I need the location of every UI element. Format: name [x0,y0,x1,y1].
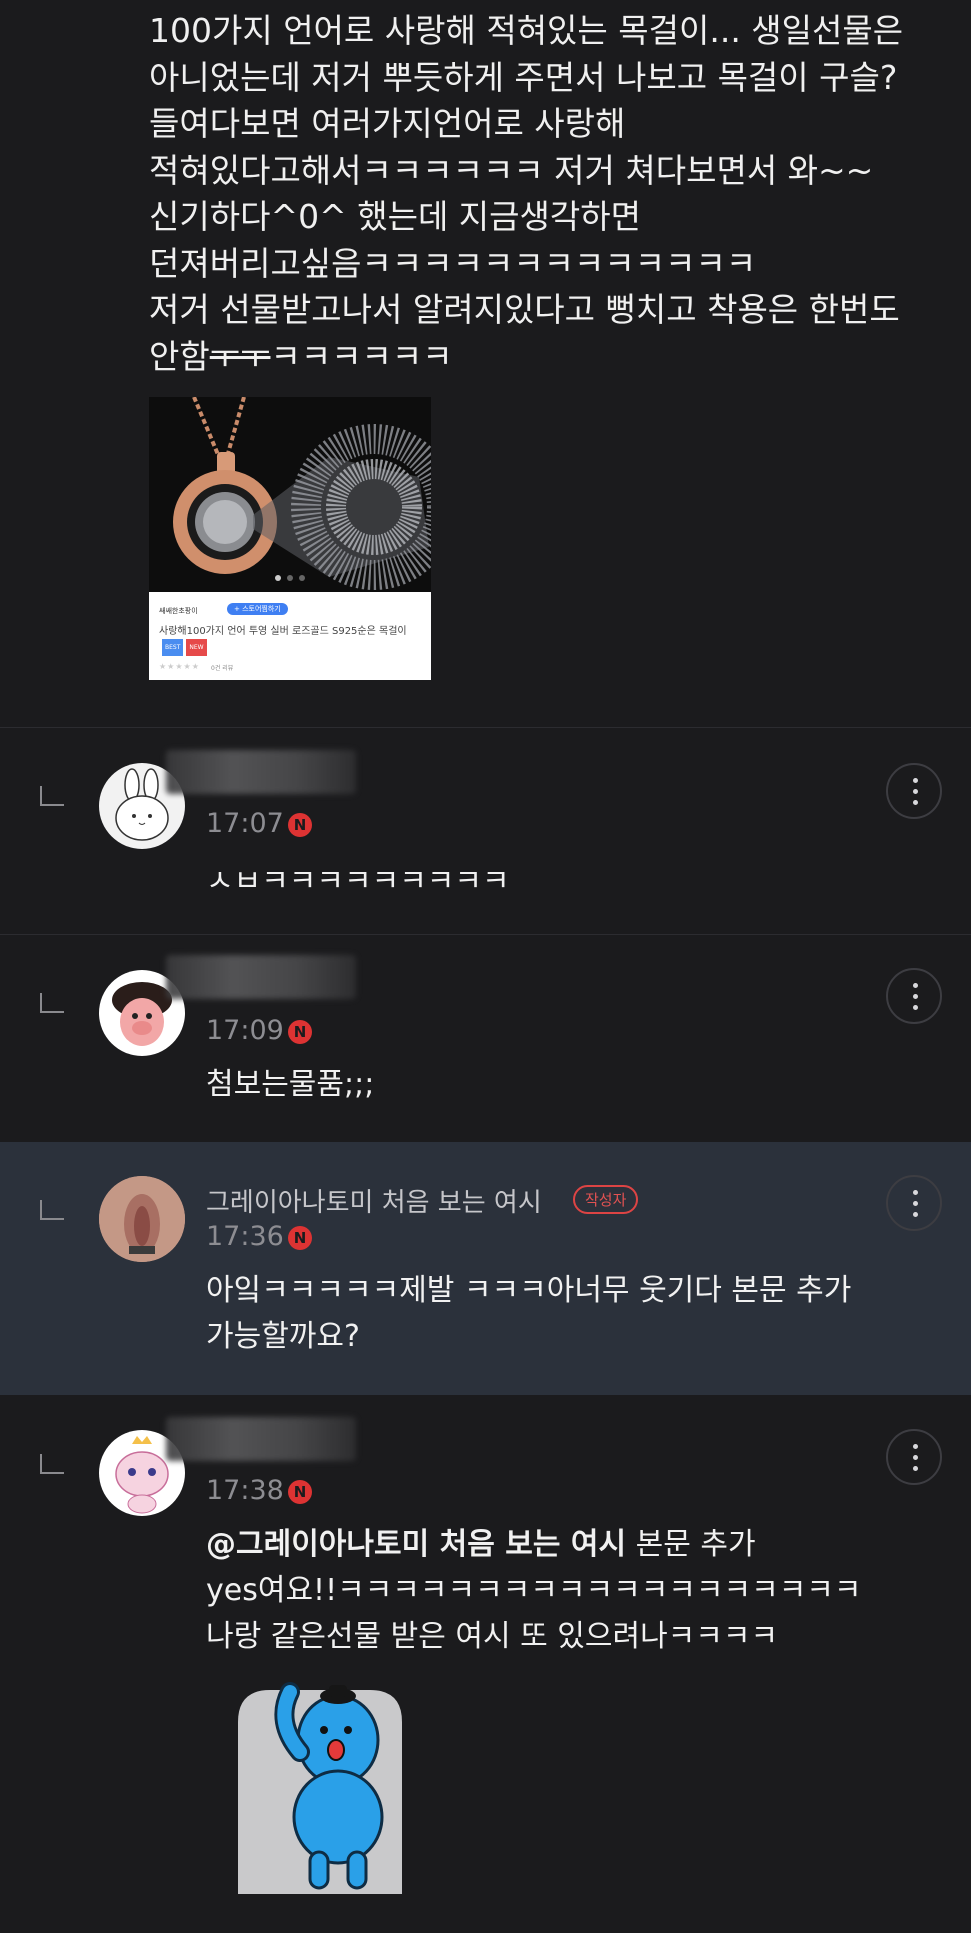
post-body: 100가지 언어로 사랑해 적혀있는 목걸이... 생일선물은 아니었는데 저거… [149,8,939,380]
comment-text: @그레이아나토미 처음 보는 여시 본문 추가 [206,1527,756,1562]
avatar[interactable] [99,1176,185,1262]
post-line: 적혀있다고해서ㅋㅋㅋㅋㅋㅋ 저거 쳐다보면서 와~~ [149,150,874,190]
product-image-card[interactable]: 쌔쌔한초팡이 + 스토어찜하기 사랑해100가지 언어 투영 실버 로즈골드 S… [149,397,431,680]
more-options-button[interactable] [886,1175,942,1231]
reply-arrow-icon [40,1200,64,1220]
shop-name: 쌔쌔한초팡이 [159,607,198,615]
emoticon-sticker [230,1682,412,1894]
more-options-button[interactable] [886,1429,942,1485]
product-info: 쌔쌔한초팡이 + 스토어찜하기 사랑해100가지 언어 투영 실버 로즈골드 S… [149,592,431,680]
more-options-button[interactable] [886,763,942,819]
mention-link[interactable]: @그레이아나토미 처음 보는 여시 [206,1527,626,1562]
new-badge-icon: N [288,1226,312,1250]
comment-item: 17:07 N ㅅㅂㅋㅋㅋㅋㅋㅋㅋㅋㅋ [0,727,971,934]
comment-item: 17:38 N @그레이아나토미 처음 보는 여시 본문 추가 yes여요!!ㅋ… [0,1396,971,1933]
blurred-nickname [166,750,356,794]
author-nickname[interactable]: 그레이아나토미 처음 보는 여시 [206,1182,542,1219]
post-line: 100가지 언어로 사랑해 적혀있는 목걸이... 생일선물은 [149,11,904,50]
product-title: 사랑해100가지 언어 투영 실버 로즈골드 S925순은 목걸이BEST NEW [159,624,424,656]
follow-store-button[interactable]: + 스토어찜하기 [227,603,288,615]
new-badge: NEW [186,639,207,656]
necklace-image [149,397,431,592]
comment-time: 17:09 [206,1015,284,1046]
star-rating-icon: ★★★★★ [159,662,200,671]
author-badge: 작성자 [573,1185,639,1214]
review-count: 0건 리뷰 [211,665,234,672]
comment-text: 가능할까요? [206,1319,360,1354]
comment-time: 17:38 [206,1475,284,1506]
new-badge-icon: N [288,813,312,837]
blurred-nickname [166,955,356,999]
comment-text: yes여요!!ㅋㅋㅋㅋㅋㅋㅋㅋㅋㅋㅋㅋㅋㅋㅋㅋㅋㅋㅋ [206,1573,862,1608]
post-line: 저거 선물받고나서 알려지있다고 뻥치고 착용은 한번도 [149,290,900,329]
reply-arrow-icon [40,1454,64,1474]
comment-text: 첨보는물품;;; [206,1067,375,1102]
comment-time: 17:36 [206,1221,284,1252]
comment-item-author: 그레이아나토미 처음 보는 여시 작성자 17:36 N 아잌ㅋㅋㅋㅋㅋ제발 ㅋ… [0,1142,971,1395]
new-badge-icon: N [288,1480,312,1504]
new-badge-icon: N [288,1020,312,1044]
comment-text: 아잌ㅋㅋㅋㅋㅋ제발 ㅋㅋㅋ아너무 웃기다 본문 추가 [206,1273,852,1308]
best-badge: BEST [162,639,184,656]
post-line: 던져버리고싶음ㅋㅋㅋㅋㅋㅋㅋㅋㅋㅋㅋㅋㅋ [149,243,757,283]
post-line: 들여다보면 여러가지언어로 사랑해 [149,104,626,143]
comment-item: 17:09 N 첨보는물품;;; [0,934,971,1142]
comment-text: ㅅㅂㅋㅋㅋㅋㅋㅋㅋㅋㅋ [206,864,510,899]
post-line: 신기하다^0^ 했는데 지금생각하면 [149,197,641,236]
reply-arrow-icon [40,993,64,1013]
comment-time: 17:07 [206,808,284,839]
more-options-button[interactable] [886,968,942,1024]
post-line-last: 안함ㅜㅜㅋㅋㅋㅋㅋㅋ [149,336,453,376]
post-line: 아니었는데 저거 뿌듯하게 주면서 나보고 목걸이 구슬? [149,57,898,97]
comment-text: 나랑 같은선물 받은 여시 또 있으려나ㅋㅋㅋㅋ [206,1619,779,1654]
reply-arrow-icon [40,786,64,806]
strikethrough-text: ㅜㅜ [209,336,271,376]
blurred-nickname [166,1417,356,1461]
